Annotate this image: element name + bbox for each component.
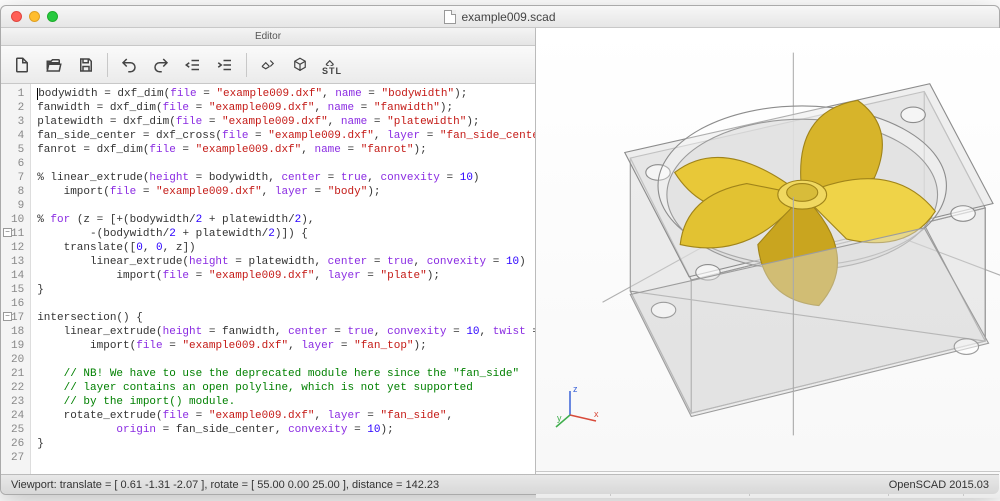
titlebar: example009.scad (1, 6, 999, 28)
fold-toggle[interactable]: − (3, 312, 12, 321)
new-button[interactable] (7, 51, 37, 79)
app-window: example009.scad Editor STL 123456789101 (0, 5, 1000, 495)
open-button[interactable] (39, 51, 69, 79)
window-title: example009.scad (1, 10, 999, 24)
editor-panel: Editor STL 1234567891011−121314151617−18… (1, 28, 536, 474)
code-editor[interactable]: 1234567891011−121314151617−1819202122232… (1, 84, 535, 474)
svg-text:x: x (594, 409, 599, 419)
render-button[interactable] (285, 51, 315, 79)
export-stl-button[interactable]: STL (317, 51, 347, 79)
preview-button[interactable] (253, 51, 283, 79)
line-gutter: 1234567891011−121314151617−1819202122232… (1, 84, 31, 474)
editor-toolbar: STL (1, 46, 535, 84)
window-controls (1, 11, 58, 22)
code-content[interactable]: bodywidth = dxf_dim(file = "example009.d… (31, 84, 535, 474)
axis-gizmo: z x y (554, 383, 602, 431)
close-button[interactable] (11, 11, 22, 22)
status-bar: Viewport: translate = [ 0.61 -1.31 -2.07… (1, 474, 999, 494)
viewport-panel: z x y (536, 28, 1000, 474)
save-button[interactable] (71, 51, 101, 79)
svg-text:z: z (573, 384, 578, 394)
svg-text:y: y (557, 413, 562, 423)
editor-header: Editor (1, 28, 535, 46)
indent-button[interactable] (210, 51, 240, 79)
minimize-button[interactable] (29, 11, 40, 22)
undo-button[interactable] (114, 51, 144, 79)
viewport-status: Viewport: translate = [ 0.61 -1.31 -2.07… (11, 479, 439, 491)
unindent-button[interactable] (178, 51, 208, 79)
version-label: OpenSCAD 2015.03 (889, 479, 989, 491)
3d-viewport[interactable]: z x y (536, 28, 1000, 471)
document-icon (444, 10, 456, 24)
zoom-button[interactable] (47, 11, 58, 22)
redo-button[interactable] (146, 51, 176, 79)
fold-toggle[interactable]: − (3, 228, 12, 237)
